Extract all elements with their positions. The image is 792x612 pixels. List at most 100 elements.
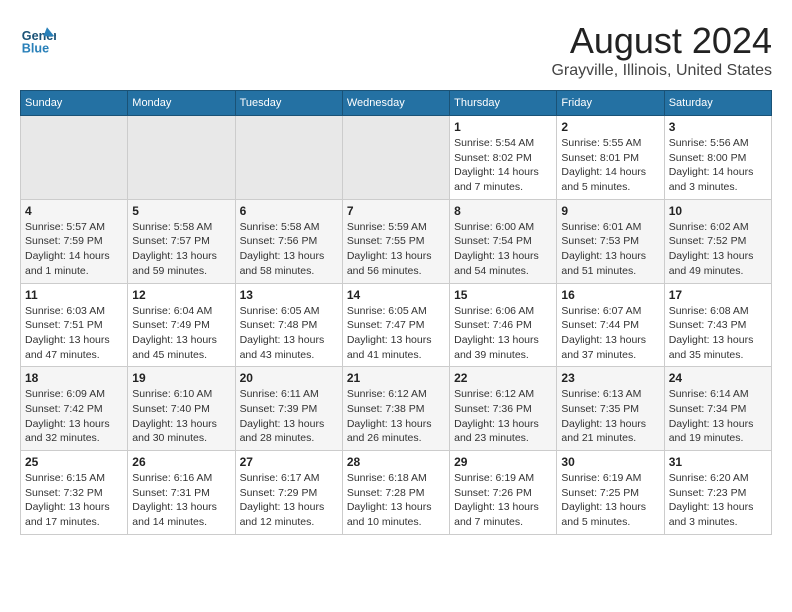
week-row-1: 1 Sunrise: 5:54 AM Sunset: 8:02 PM Daylig…	[21, 116, 772, 200]
day-number: 14	[347, 288, 445, 302]
day-info: Sunrise: 6:02 AM Sunset: 7:52 PM Dayligh…	[669, 220, 767, 279]
day-cell: 25 Sunrise: 6:15 AM Sunset: 7:32 PM Dayli…	[21, 451, 128, 535]
day-info: Sunrise: 6:11 AM Sunset: 7:39 PM Dayligh…	[240, 387, 338, 446]
day-number: 13	[240, 288, 338, 302]
day-number: 19	[132, 371, 230, 385]
day-number: 31	[669, 455, 767, 469]
day-info: Sunrise: 6:17 AM Sunset: 7:29 PM Dayligh…	[240, 471, 338, 530]
day-number: 21	[347, 371, 445, 385]
day-cell: 31 Sunrise: 6:20 AM Sunset: 7:23 PM Dayli…	[664, 451, 771, 535]
day-number: 12	[132, 288, 230, 302]
day-number: 16	[561, 288, 659, 302]
column-header-tuesday: Tuesday	[235, 91, 342, 116]
day-info: Sunrise: 6:01 AM Sunset: 7:53 PM Dayligh…	[561, 220, 659, 279]
page-subtitle: Grayville, Illinois, United States	[551, 62, 772, 80]
day-cell: 5 Sunrise: 5:58 AM Sunset: 7:57 PM Daylig…	[128, 199, 235, 283]
day-cell: 22 Sunrise: 6:12 AM Sunset: 7:36 PM Dayli…	[450, 367, 557, 451]
logo-icon: General Blue	[20, 20, 56, 56]
day-number: 29	[454, 455, 552, 469]
week-row-3: 11 Sunrise: 6:03 AM Sunset: 7:51 PM Dayli…	[21, 283, 772, 367]
day-number: 7	[347, 204, 445, 218]
day-number: 4	[25, 204, 123, 218]
day-number: 3	[669, 120, 767, 134]
day-number: 2	[561, 120, 659, 134]
day-number: 23	[561, 371, 659, 385]
day-number: 9	[561, 204, 659, 218]
day-cell	[21, 116, 128, 200]
day-cell: 27Sunrise: 6:17 AM Sunset: 7:29 PM Dayli…	[235, 451, 342, 535]
day-cell: 8 Sunrise: 6:00 AM Sunset: 7:54 PM Daylig…	[450, 199, 557, 283]
day-info: Sunrise: 6:08 AM Sunset: 7:43 PM Dayligh…	[669, 304, 767, 363]
day-info: Sunrise: 5:58 AM Sunset: 7:57 PM Dayligh…	[132, 220, 230, 279]
day-number: 28	[347, 455, 445, 469]
page-header: General Blue August 2024 Grayville, Illi…	[20, 20, 772, 80]
day-cell	[128, 116, 235, 200]
column-header-sunday: Sunday	[21, 91, 128, 116]
day-info: Sunrise: 6:10 AM Sunset: 7:40 PM Dayligh…	[132, 387, 230, 446]
day-number: 8	[454, 204, 552, 218]
day-cell: 26Sunrise: 6:16 AM Sunset: 7:31 PM Dayli…	[128, 451, 235, 535]
day-cell: 29 Sunrise: 6:19 AM Sunset: 7:26 PM Dayli…	[450, 451, 557, 535]
day-cell: 2Sunrise: 5:55 AM Sunset: 8:01 PM Daylig…	[557, 116, 664, 200]
day-number: 11	[25, 288, 123, 302]
day-info: Sunrise: 6:05 AM Sunset: 7:47 PM Dayligh…	[347, 304, 445, 363]
day-info: Sunrise: 5:54 AM Sunset: 8:02 PM Dayligh…	[454, 136, 552, 195]
day-info: Sunrise: 6:04 AM Sunset: 7:49 PM Dayligh…	[132, 304, 230, 363]
column-header-friday: Friday	[557, 91, 664, 116]
day-cell: 13Sunrise: 6:05 AM Sunset: 7:48 PM Dayli…	[235, 283, 342, 367]
day-cell: 1 Sunrise: 5:54 AM Sunset: 8:02 PM Daylig…	[450, 116, 557, 200]
day-number: 18	[25, 371, 123, 385]
day-number: 30	[561, 455, 659, 469]
day-cell: 20 Sunrise: 6:11 AM Sunset: 7:39 PM Dayli…	[235, 367, 342, 451]
day-info: Sunrise: 5:58 AM Sunset: 7:56 PM Dayligh…	[240, 220, 338, 279]
day-info: Sunrise: 6:19 AM Sunset: 7:26 PM Dayligh…	[454, 471, 552, 530]
week-row-5: 25 Sunrise: 6:15 AM Sunset: 7:32 PM Dayli…	[21, 451, 772, 535]
day-number: 6	[240, 204, 338, 218]
day-number: 10	[669, 204, 767, 218]
day-cell: 17 Sunrise: 6:08 AM Sunset: 7:43 PM Dayli…	[664, 283, 771, 367]
day-cell	[235, 116, 342, 200]
day-cell: 3Sunrise: 5:56 AM Sunset: 8:00 PM Daylig…	[664, 116, 771, 200]
column-header-saturday: Saturday	[664, 91, 771, 116]
header-row: SundayMondayTuesdayWednesdayThursdayFrid…	[21, 91, 772, 116]
day-cell: 19 Sunrise: 6:10 AM Sunset: 7:40 PM Dayli…	[128, 367, 235, 451]
column-header-monday: Monday	[128, 91, 235, 116]
day-number: 20	[240, 371, 338, 385]
day-cell: 9 Sunrise: 6:01 AM Sunset: 7:53 PM Daylig…	[557, 199, 664, 283]
day-cell: 10 Sunrise: 6:02 AM Sunset: 7:52 PM Dayli…	[664, 199, 771, 283]
day-info: Sunrise: 5:59 AM Sunset: 7:55 PM Dayligh…	[347, 220, 445, 279]
day-cell: 12 Sunrise: 6:04 AM Sunset: 7:49 PM Dayli…	[128, 283, 235, 367]
day-info: Sunrise: 6:00 AM Sunset: 7:54 PM Dayligh…	[454, 220, 552, 279]
page-title: August 2024	[551, 20, 772, 62]
day-info: Sunrise: 6:19 AM Sunset: 7:25 PM Dayligh…	[561, 471, 659, 530]
day-cell: 24Sunrise: 6:14 AM Sunset: 7:34 PM Dayli…	[664, 367, 771, 451]
column-header-thursday: Thursday	[450, 91, 557, 116]
day-cell: 21 Sunrise: 6:12 AM Sunset: 7:38 PM Dayli…	[342, 367, 449, 451]
day-cell: 23 Sunrise: 6:13 AM Sunset: 7:35 PM Dayli…	[557, 367, 664, 451]
week-row-2: 4 Sunrise: 5:57 AM Sunset: 7:59 PM Daylig…	[21, 199, 772, 283]
day-number: 1	[454, 120, 552, 134]
day-info: Sunrise: 5:57 AM Sunset: 7:59 PM Dayligh…	[25, 220, 123, 279]
title-block: August 2024 Grayville, Illinois, United …	[551, 20, 772, 80]
day-cell: 15Sunrise: 6:06 AM Sunset: 7:46 PM Dayli…	[450, 283, 557, 367]
week-row-4: 18 Sunrise: 6:09 AM Sunset: 7:42 PM Dayli…	[21, 367, 772, 451]
day-number: 25	[25, 455, 123, 469]
day-number: 17	[669, 288, 767, 302]
day-info: Sunrise: 6:15 AM Sunset: 7:32 PM Dayligh…	[25, 471, 123, 530]
day-number: 22	[454, 371, 552, 385]
day-number: 5	[132, 204, 230, 218]
logo: General Blue	[20, 20, 56, 56]
day-info: Sunrise: 6:13 AM Sunset: 7:35 PM Dayligh…	[561, 387, 659, 446]
day-cell: 18 Sunrise: 6:09 AM Sunset: 7:42 PM Dayli…	[21, 367, 128, 451]
day-info: Sunrise: 6:20 AM Sunset: 7:23 PM Dayligh…	[669, 471, 767, 530]
day-cell: 14 Sunrise: 6:05 AM Sunset: 7:47 PM Dayli…	[342, 283, 449, 367]
day-info: Sunrise: 6:07 AM Sunset: 7:44 PM Dayligh…	[561, 304, 659, 363]
day-info: Sunrise: 6:09 AM Sunset: 7:42 PM Dayligh…	[25, 387, 123, 446]
day-info: Sunrise: 6:03 AM Sunset: 7:51 PM Dayligh…	[25, 304, 123, 363]
day-cell	[342, 116, 449, 200]
day-info: Sunrise: 6:12 AM Sunset: 7:38 PM Dayligh…	[347, 387, 445, 446]
svg-text:Blue: Blue	[22, 41, 49, 55]
day-info: Sunrise: 6:12 AM Sunset: 7:36 PM Dayligh…	[454, 387, 552, 446]
day-cell: 4 Sunrise: 5:57 AM Sunset: 7:59 PM Daylig…	[21, 199, 128, 283]
day-info: Sunrise: 6:14 AM Sunset: 7:34 PM Dayligh…	[669, 387, 767, 446]
